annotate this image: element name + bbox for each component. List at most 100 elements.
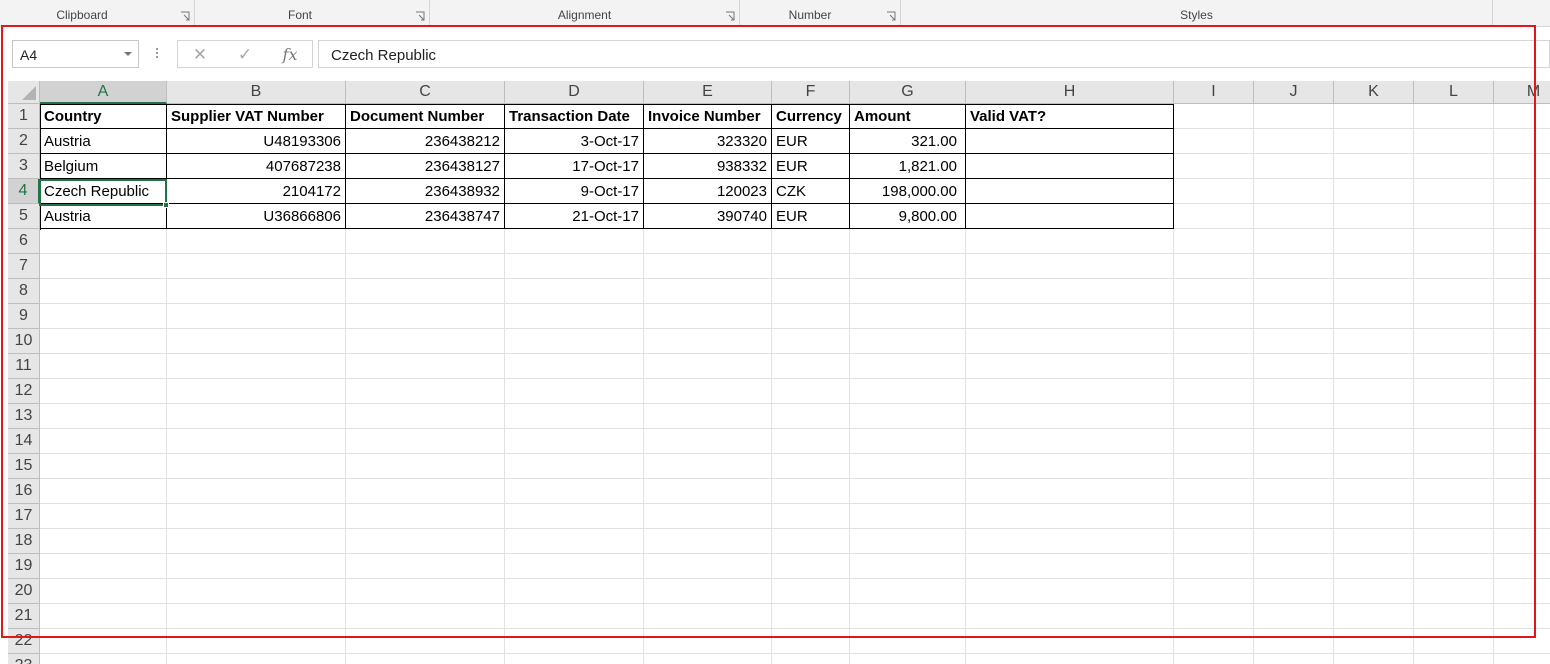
cell-f5[interactable]: EUR (772, 204, 850, 229)
cell-h2[interactable] (966, 129, 1174, 154)
header-cell-d[interactable]: Transaction Date (505, 104, 644, 129)
row-header-4[interactable]: 4 (8, 179, 40, 204)
row-header-11[interactable]: 11 (8, 354, 40, 379)
cancel-icon[interactable]: ✕ (189, 45, 211, 65)
column-header-l[interactable]: L (1414, 81, 1494, 104)
cell-e3[interactable]: 938332 (644, 154, 772, 179)
name-box-dropdown-icon[interactable] (124, 52, 132, 56)
name-box[interactable]: A4 (12, 40, 139, 68)
gridline-row (40, 453, 1550, 454)
cell-d4[interactable]: 9-Oct-17 (505, 179, 644, 204)
gridline-row (40, 653, 1550, 654)
row-header-23[interactable]: 23 (8, 654, 40, 664)
row-header-8[interactable]: 8 (8, 279, 40, 304)
cell-b2[interactable]: U48193306 (167, 129, 346, 154)
alignment-group-label: Alignment (557, 8, 612, 22)
header-cell-b[interactable]: Supplier VAT Number (167, 104, 346, 129)
formula-bar-resize-handle-icon[interactable] (153, 46, 161, 62)
cell-a5[interactable]: Austria (40, 204, 167, 229)
column-header-e[interactable]: E (644, 81, 772, 104)
column-header-m[interactable]: M (1494, 81, 1550, 104)
cell-e4[interactable]: 120023 (644, 179, 772, 204)
cell-e2[interactable]: 323320 (644, 129, 772, 154)
gridline-row (40, 628, 1550, 629)
header-cell-g[interactable]: Amount (850, 104, 966, 129)
column-header-f[interactable]: F (772, 81, 850, 104)
row-header-9[interactable]: 9 (8, 304, 40, 329)
row-header-20[interactable]: 20 (8, 579, 40, 604)
header-cell-f[interactable]: Currency (772, 104, 850, 129)
row-header-14[interactable]: 14 (8, 429, 40, 454)
row-header-10[interactable]: 10 (8, 329, 40, 354)
column-header-a[interactable]: A (40, 81, 167, 104)
number-dialog-launcher-icon[interactable] (886, 11, 896, 21)
gridline-row (40, 503, 1550, 504)
cell-c2[interactable]: 236438212 (346, 129, 505, 154)
cell-h3[interactable] (966, 154, 1174, 179)
header-cell-a[interactable]: Country (40, 104, 167, 129)
gridline-row (40, 278, 1550, 279)
cell-c4[interactable]: 236438932 (346, 179, 505, 204)
cell-g2[interactable]: 321.00 (850, 129, 966, 154)
column-header-k[interactable]: K (1334, 81, 1414, 104)
column-header-c[interactable]: C (346, 81, 505, 104)
font-dialog-launcher-icon[interactable] (415, 11, 425, 21)
row-header-7[interactable]: 7 (8, 254, 40, 279)
header-cell-c[interactable]: Document Number (346, 104, 505, 129)
ribbon-group-alignment: Alignment (430, 0, 740, 27)
cell-h4[interactable] (966, 179, 1174, 204)
cell-b4[interactable]: 2104172 (167, 179, 346, 204)
enter-icon[interactable]: ✓ (234, 45, 256, 65)
cell-e5[interactable]: 390740 (644, 204, 772, 229)
row-header-5[interactable]: 5 (8, 204, 40, 229)
column-header-h[interactable]: H (966, 81, 1174, 104)
cell-a3[interactable]: Belgium (40, 154, 167, 179)
fill-handle[interactable] (163, 202, 169, 208)
number-group-label: Number (788, 8, 832, 22)
cell-d5[interactable]: 21-Oct-17 (505, 204, 644, 229)
cell-f3[interactable]: EUR (772, 154, 850, 179)
row-header-21[interactable]: 21 (8, 604, 40, 629)
insert-function-icon[interactable]: fx (279, 45, 301, 65)
row-header-18[interactable]: 18 (8, 529, 40, 554)
gridline-row (40, 378, 1550, 379)
column-header-b[interactable]: B (167, 81, 346, 104)
row-header-6[interactable]: 6 (8, 229, 40, 254)
select-all-button[interactable] (8, 81, 40, 104)
cell-b3[interactable]: 407687238 (167, 154, 346, 179)
font-group-label: Font (287, 8, 312, 22)
header-cell-h[interactable]: Valid VAT? (966, 104, 1174, 129)
cell-c3[interactable]: 236438127 (346, 154, 505, 179)
cell-f2[interactable]: EUR (772, 129, 850, 154)
row-header-17[interactable]: 17 (8, 504, 40, 529)
row-header-15[interactable]: 15 (8, 454, 40, 479)
column-header-d[interactable]: D (505, 81, 644, 104)
column-header-g[interactable]: G (850, 81, 966, 104)
cell-f4[interactable]: CZK (772, 179, 850, 204)
cell-h5[interactable] (966, 204, 1174, 229)
row-header-22[interactable]: 22 (8, 629, 40, 654)
cell-d3[interactable]: 17-Oct-17 (505, 154, 644, 179)
row-header-19[interactable]: 19 (8, 554, 40, 579)
gridline-column (1493, 104, 1494, 664)
cell-a2[interactable]: Austria (40, 129, 167, 154)
formula-input[interactable]: Czech Republic (318, 40, 1550, 68)
cell-g3[interactable]: 1,821.00 (850, 154, 966, 179)
cell-b5[interactable]: U36866806 (167, 204, 346, 229)
header-cell-e[interactable]: Invoice Number (644, 104, 772, 129)
row-header-16[interactable]: 16 (8, 479, 40, 504)
gridline-row (40, 328, 1550, 329)
column-header-i[interactable]: I (1174, 81, 1254, 104)
row-header-3[interactable]: 3 (8, 154, 40, 179)
cell-g5[interactable]: 9,800.00 (850, 204, 966, 229)
column-header-j[interactable]: J (1254, 81, 1334, 104)
cell-c5[interactable]: 236438747 (346, 204, 505, 229)
gridline-column (1413, 104, 1414, 664)
row-header-12[interactable]: 12 (8, 379, 40, 404)
cell-d2[interactable]: 3-Oct-17 (505, 129, 644, 154)
row-header-1[interactable]: 1 (8, 104, 40, 129)
cell-g4[interactable]: 198,000.00 (850, 179, 966, 204)
row-header-2[interactable]: 2 (8, 129, 40, 154)
row-header-13[interactable]: 13 (8, 404, 40, 429)
styles-group-label: Styles (1180, 8, 1213, 22)
